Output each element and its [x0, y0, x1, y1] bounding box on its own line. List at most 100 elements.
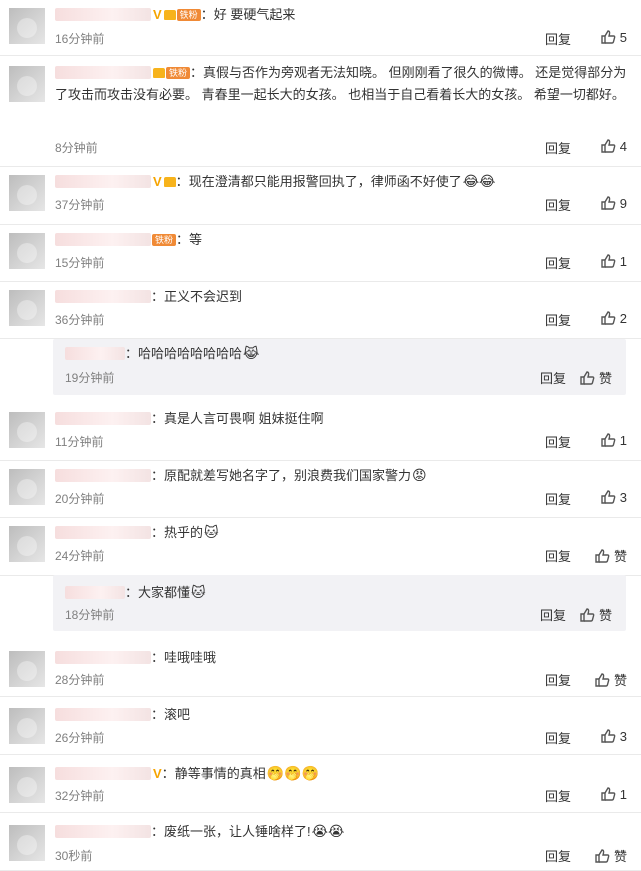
colon-separator: ： [176, 232, 190, 247]
colon-separator: ： [190, 65, 204, 80]
username-blurred[interactable] [55, 651, 151, 664]
reply-button[interactable]: 回复 [545, 670, 571, 689]
member-crown-icon [163, 10, 176, 20]
username-blurred[interactable] [55, 66, 151, 79]
avatar[interactable] [9, 469, 45, 505]
reply-button[interactable]: 回复 [545, 253, 571, 272]
like-button[interactable]: 赞 [579, 605, 612, 624]
reply-button[interactable]: 回复 [545, 432, 571, 451]
reply-button[interactable]: 回复 [545, 786, 571, 805]
like-button[interactable]: 5 [600, 29, 627, 45]
colon-separator: ： [125, 585, 139, 600]
like-button[interactable]: 4 [600, 138, 627, 154]
like-button[interactable]: 3 [600, 728, 627, 744]
avatar[interactable] [9, 290, 45, 326]
like-button[interactable]: 2 [600, 310, 627, 326]
like-count: 3 [619, 489, 627, 505]
fan-badge: 铁粉 [166, 67, 191, 79]
member-crown-icon [153, 68, 165, 78]
reply-button[interactable]: 回复 [540, 605, 566, 624]
like-button[interactable]: 1 [600, 253, 627, 269]
reply-button[interactable]: 回复 [545, 546, 571, 565]
username-blurred[interactable] [55, 233, 151, 246]
timestamp: 26分钟前 [55, 731, 105, 745]
avatar[interactable] [9, 175, 45, 211]
username-blurred[interactable] [65, 347, 125, 360]
comment-text: 静等事情的真相 [174, 766, 266, 781]
username-blurred[interactable] [55, 8, 151, 21]
timestamp: 30秒前 [55, 849, 93, 863]
verified-v-icon: V [153, 7, 162, 22]
thumb-up-icon [580, 607, 595, 622]
like-count: 4 [619, 138, 627, 154]
like-button[interactable]: 9 [600, 195, 627, 211]
timestamp: 20分钟前 [55, 492, 105, 506]
avatar[interactable] [9, 66, 45, 102]
timestamp: 11分钟前 [55, 435, 104, 449]
like-button[interactable]: 3 [600, 489, 627, 505]
comment-text-line: 铁粉 ：等 [55, 229, 627, 251]
thumb-up-icon [595, 848, 610, 863]
like-count: 3 [619, 728, 627, 744]
colon-separator: ： [151, 411, 165, 426]
timestamp: 36分钟前 [55, 313, 105, 327]
colon-separator: ： [151, 289, 165, 304]
reply-button[interactable]: 回复 [545, 138, 571, 157]
comment-text: 滚吧 [164, 707, 191, 722]
comment-item: ：哇哦哇哦 28分钟前 回复 赞 [0, 638, 641, 697]
username-blurred[interactable] [65, 586, 125, 599]
reply-button[interactable]: 回复 [545, 195, 571, 214]
member-crown-icon [163, 177, 176, 187]
username-blurred[interactable] [55, 290, 151, 303]
thumb-up-icon [601, 196, 616, 210]
comment-item: V 铁粉 ：好 要硬气起来 16分钟前 回复 5 [0, 0, 641, 56]
avatar[interactable] [9, 651, 45, 687]
reply-button[interactable]: 回复 [545, 310, 571, 329]
comment-text: 现在澄清都只能用报警回执了，律师函不好使了 [188, 174, 462, 189]
like-button[interactable]: 1 [600, 786, 627, 802]
timestamp: 24分钟前 [55, 549, 105, 563]
like-button[interactable]: 赞 [579, 368, 612, 387]
like-count: 9 [619, 195, 627, 211]
comment-text-line: ：真是人言可畏啊 姐妹挺住啊 [55, 408, 627, 430]
comment-text: 等 [189, 232, 203, 247]
like-button[interactable]: 赞 [594, 846, 627, 865]
like-count: 1 [619, 432, 627, 448]
username-blurred[interactable] [55, 708, 151, 721]
username-blurred[interactable] [55, 175, 151, 188]
avatar[interactable] [9, 8, 45, 44]
reply-button[interactable]: 回复 [545, 846, 571, 865]
emoji-icon: 🐱 [191, 584, 206, 600]
comment-text-line: V 铁粉 ：好 要硬气起来 [55, 4, 627, 26]
comment-text: 正义不会迟到 [164, 289, 243, 304]
thumb-up-icon [601, 254, 616, 268]
username-blurred[interactable] [55, 767, 151, 780]
avatar[interactable] [9, 708, 45, 744]
username-blurred[interactable] [55, 825, 151, 838]
avatar[interactable] [9, 767, 45, 803]
like-count: 1 [619, 253, 627, 269]
avatar[interactable] [9, 825, 45, 861]
nested-reply: ：哈哈哈哈哈哈哈哈😹 19分钟前 回复 赞 [53, 339, 626, 395]
reply-button[interactable]: 回复 [545, 489, 571, 508]
colon-separator: ： [125, 346, 139, 361]
comment-text-line: ：热乎的🐱 [55, 522, 627, 544]
username-blurred[interactable] [55, 412, 151, 425]
fan-badge: 铁粉 [176, 9, 201, 21]
reply-button[interactable]: 回复 [545, 728, 571, 747]
like-count: 2 [619, 310, 627, 326]
avatar[interactable] [9, 412, 45, 448]
avatar[interactable] [9, 233, 45, 269]
colon-separator: ： [151, 468, 165, 483]
avatar[interactable] [9, 526, 45, 562]
emoji-icon: 😭😭 [311, 823, 345, 839]
like-button[interactable]: 赞 [594, 670, 627, 689]
username-blurred[interactable] [55, 469, 151, 482]
like-button[interactable]: 1 [600, 432, 627, 448]
reply-button[interactable]: 回复 [545, 29, 571, 48]
like-button[interactable]: 赞 [594, 546, 627, 565]
reply-button[interactable]: 回复 [540, 368, 566, 387]
comment-text-line: ：正义不会迟到 [55, 286, 627, 308]
username-blurred[interactable] [55, 526, 151, 539]
thumb-up-icon [595, 672, 610, 687]
